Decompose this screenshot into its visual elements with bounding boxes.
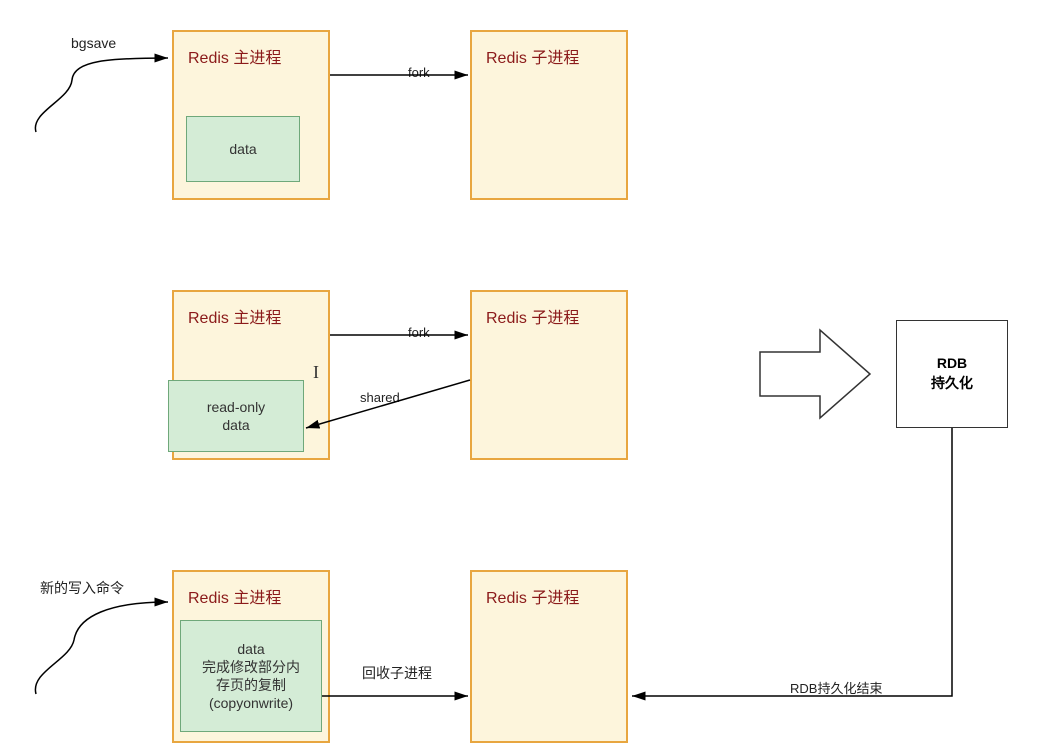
- row1-fork-label: fork: [408, 65, 430, 80]
- row2-fork-label: fork: [408, 325, 430, 340]
- row3-data-box: data 完成修改部分内 存页的复制 (copyonwrite): [180, 620, 322, 732]
- rdb-box: RDB 持久化: [896, 320, 1008, 428]
- row3-incoming-label: 新的写入命令: [40, 578, 124, 598]
- row2-data-label-2: data: [222, 416, 249, 434]
- row2-child-process-box: Redis 子进程: [470, 290, 628, 460]
- row2-shared-label: shared: [360, 390, 400, 405]
- row1-child-process-box: Redis 子进程: [470, 30, 628, 200]
- row3-data-label-1: data: [237, 640, 264, 658]
- rdb-end-arrow: [632, 428, 952, 696]
- row2-data-label-1: read-only: [207, 398, 265, 416]
- row3-rdb-end-label: RDB持久化结束: [790, 678, 882, 697]
- row3-data-label-2: 完成修改部分内: [202, 658, 300, 676]
- row3-reclaim-label: 回收子进程: [362, 663, 432, 683]
- rdb-title-1: RDB: [937, 354, 967, 374]
- row1-main-title: Redis 主进程: [174, 32, 328, 80]
- rdb-title-2: 持久化: [931, 374, 973, 394]
- row3-data-label-3: 存页的复制: [216, 676, 286, 694]
- row2-data-box: read-only data: [168, 380, 304, 452]
- row3-child-process-box: Redis 子进程: [470, 570, 628, 743]
- row1-incoming-arrow: [35, 58, 168, 132]
- big-arrow-icon: [760, 330, 870, 418]
- row3-child-title: Redis 子进程: [472, 572, 626, 620]
- row3-main-title: Redis 主进程: [174, 572, 328, 620]
- row3-incoming-arrow: [35, 602, 168, 694]
- row1-data-box: data: [186, 116, 300, 182]
- row1-child-title: Redis 子进程: [472, 32, 626, 80]
- row3-data-label-4: (copyonwrite): [209, 694, 293, 712]
- text-cursor-icon: I: [313, 362, 319, 383]
- row2-main-title: Redis 主进程: [174, 292, 328, 340]
- row1-incoming-label: bgsave: [71, 35, 116, 51]
- row2-child-title: Redis 子进程: [472, 292, 626, 340]
- row1-data-label: data: [229, 140, 256, 158]
